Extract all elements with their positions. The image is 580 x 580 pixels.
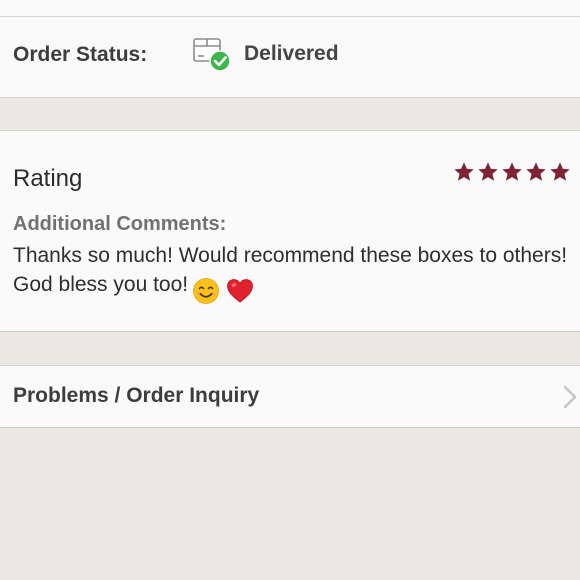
- problems-order-inquiry-row[interactable]: Problems / Order Inquiry: [0, 365, 580, 428]
- order-status-value: Delivered: [244, 42, 339, 65]
- problems-order-inquiry-label: Problems / Order Inquiry: [13, 384, 260, 407]
- order-status-label: Order Status:: [13, 43, 148, 66]
- top-card-edge: [0, 0, 580, 17]
- star-icon: [526, 162, 546, 181]
- rating-title: Rating: [13, 165, 83, 192]
- star-rating: [453, 161, 571, 187]
- star-icon: [454, 162, 474, 181]
- order-status-card: Order Status: Delivered: [0, 16, 580, 98]
- star-icon: [550, 162, 570, 181]
- additional-comments-text: Thanks so much! Would recommend these bo…: [13, 241, 568, 305]
- comment-body: Thanks so much! Would recommend these bo…: [13, 244, 568, 296]
- chevron-right-icon: [563, 385, 577, 409]
- comment-emojis: [192, 276, 254, 305]
- star-icon: [502, 162, 522, 181]
- red-heart-emoji: [227, 279, 253, 303]
- star-icon: [478, 162, 498, 181]
- additional-comments-label: Additional Comments:: [13, 213, 227, 235]
- delivered-box-icon: [193, 38, 231, 72]
- rating-card: Rating Additional Comments: Thanks so mu…: [0, 130, 580, 332]
- smiling-face-emoji: [193, 278, 220, 305]
